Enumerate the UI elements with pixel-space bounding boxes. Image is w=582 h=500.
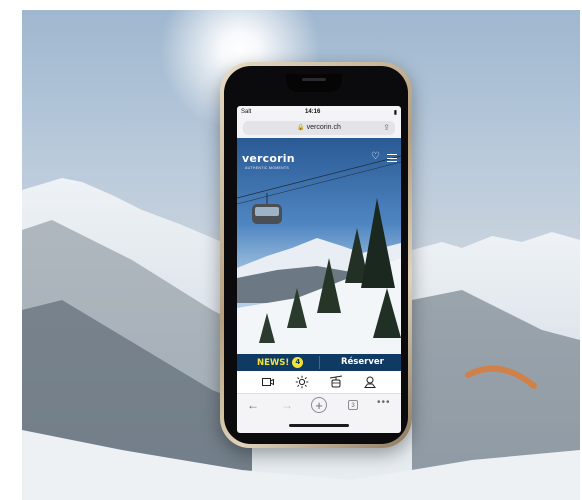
share-icon[interactable]: ⇪ xyxy=(383,121,390,135)
phone-screen: Salt 14:16 ▮ 🔒 vercorin.ch ⇪ vercorin AU… xyxy=(237,106,401,433)
news-count-badge: 4 xyxy=(292,357,304,368)
phone-mockup: Salt 14:16 ▮ 🔒 vercorin.ch ⇪ vercorin AU… xyxy=(220,62,412,448)
cta-bar: NEWS! 4 Réserver xyxy=(237,354,401,371)
phone-notch xyxy=(286,74,342,92)
cta-divider xyxy=(319,356,320,369)
favorite-heart-icon[interactable]: ♡ xyxy=(371,151,380,162)
tabs-icon[interactable]: 3 xyxy=(348,400,358,410)
more-icon[interactable]: ••• xyxy=(377,397,391,408)
status-time: 14:16 xyxy=(305,109,321,115)
forward-icon[interactable]: → xyxy=(281,397,293,413)
weather-icon[interactable] xyxy=(295,375,309,389)
status-bar: Salt 14:16 ▮ xyxy=(237,106,401,118)
site-tagline: AUTHENTIC MOMENTS xyxy=(245,166,289,170)
phone-bezel: Salt 14:16 ▮ 🔒 vercorin.ch ⇪ vercorin AU… xyxy=(224,66,408,444)
url-field[interactable]: 🔒 vercorin.ch ⇪ xyxy=(243,121,395,135)
back-icon[interactable]: ← xyxy=(247,397,259,413)
battery-icon: ▮ xyxy=(393,110,397,116)
reserve-button[interactable]: Réserver xyxy=(341,357,384,367)
site-icon-bar xyxy=(237,371,401,393)
news-label: NEWS! xyxy=(257,358,290,368)
speaker-grille xyxy=(302,78,326,81)
map-icon[interactable] xyxy=(363,375,377,389)
hero-image: vercorin AUTHENTIC MOMENTS ♡ xyxy=(237,138,401,354)
cable-car-icon[interactable] xyxy=(329,375,343,389)
news-button[interactable]: NEWS! 4 xyxy=(257,357,304,368)
site-logo[interactable]: vercorin xyxy=(242,152,295,165)
home-indicator[interactable] xyxy=(289,424,349,427)
browser-nav-bar: ← → + 3 ••• xyxy=(237,393,401,416)
browser-address-bar: 🔒 vercorin.ch ⇪ xyxy=(237,118,401,138)
home-indicator-area xyxy=(237,415,401,433)
carrier-label: Salt xyxy=(241,109,252,115)
hamburger-menu-icon[interactable] xyxy=(387,154,397,165)
new-tab-icon[interactable]: + xyxy=(311,397,327,413)
url-text: vercorin.ch xyxy=(306,124,341,131)
lock-icon: 🔒 xyxy=(297,125,305,131)
webcam-icon[interactable] xyxy=(261,375,275,389)
